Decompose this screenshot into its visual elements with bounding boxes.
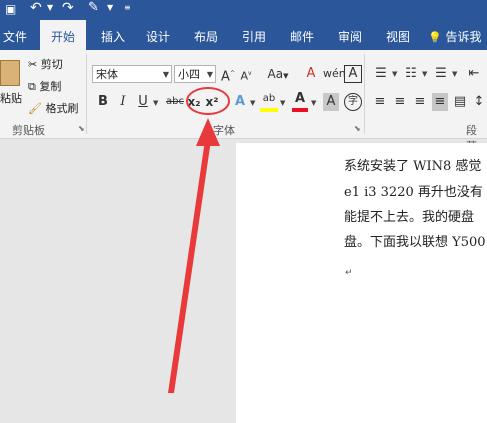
- font-size-select[interactable]: 小四 ▼: [174, 65, 216, 83]
- document-line: e1 i3 3220 再升也没有: [344, 185, 483, 200]
- subscript-button[interactable]: x₂: [186, 93, 202, 111]
- lightbulb-icon: 💡: [428, 31, 442, 44]
- bold-button[interactable]: B: [96, 93, 110, 111]
- tab-references[interactable]: 引用: [236, 20, 272, 50]
- redo-icon[interactable]: ↷: [62, 0, 74, 16]
- tab-review[interactable]: 审阅: [332, 20, 368, 50]
- font-color-bar: [292, 108, 308, 112]
- distributed-icon[interactable]: ▤: [452, 93, 468, 111]
- change-case-icon[interactable]: Aa▼: [264, 65, 292, 85]
- tell-me-search[interactable]: 💡 告诉我: [428, 20, 487, 50]
- align-left-icon[interactable]: ≡: [372, 93, 388, 111]
- clipboard-group-label: 剪贴板: [12, 124, 45, 137]
- paste-button[interactable]: 粘贴: [0, 56, 22, 112]
- text-effect-dropdown-icon[interactable]: ▼: [250, 99, 255, 107]
- strikethrough-button[interactable]: abc: [164, 93, 186, 111]
- phonetic-guide-icon[interactable]: wén: [323, 65, 346, 83]
- highlight-icon[interactable]: ab: [260, 90, 278, 112]
- tab-mailings[interactable]: 邮件: [284, 20, 320, 50]
- format-painter-button[interactable]: 🖌 格式刷: [28, 100, 78, 118]
- font-launcher-icon[interactable]: ⬊: [354, 124, 361, 133]
- undo-icon[interactable]: ↶: [30, 0, 42, 16]
- clipboard-launcher-icon[interactable]: ⬊: [78, 124, 85, 133]
- font-color-icon[interactable]: A: [292, 90, 308, 112]
- tab-insert[interactable]: 插入: [95, 20, 131, 50]
- highlight-dropdown-icon[interactable]: ▼: [280, 99, 285, 107]
- format-painter-icon[interactable]: ✎: [88, 0, 99, 15]
- ribbon-tabs: 文件 开始 插入 设计 布局 引用 邮件 审阅 视图 💡 告诉我: [0, 20, 487, 50]
- tab-home[interactable]: 开始: [40, 20, 86, 50]
- superscript-button[interactable]: x²: [204, 93, 220, 111]
- char-shading-icon[interactable]: A: [323, 93, 339, 111]
- numbering-icon[interactable]: ☷: [402, 65, 420, 83]
- decrease-indent-icon[interactable]: ⇤: [465, 65, 483, 83]
- bullets-icon[interactable]: ☰: [372, 65, 390, 83]
- scissors-icon: ✂: [28, 58, 38, 71]
- paragraph-mark: ↵: [345, 268, 353, 278]
- highlight-color-bar: [260, 108, 278, 112]
- font-color-dropdown-icon[interactable]: ▼: [311, 99, 316, 107]
- save-icon[interactable]: ▣: [5, 2, 16, 16]
- tab-design[interactable]: 设计: [140, 20, 176, 50]
- paste-label: 粘贴: [0, 92, 22, 105]
- font-group-label: 字体: [213, 124, 235, 137]
- qat-dropdown-icon[interactable]: ▼: [107, 3, 113, 12]
- qat-customize-icon[interactable]: ≡: [124, 3, 131, 12]
- copy-icon: ⧉: [28, 80, 36, 93]
- undo-dropdown-icon[interactable]: ▼: [47, 3, 53, 12]
- clipboard-icon: [0, 60, 20, 86]
- tab-view[interactable]: 视图: [380, 20, 416, 50]
- document-line: 能提不上去。我的硬盘: [344, 210, 475, 225]
- copy-button[interactable]: ⧉ 复制: [28, 78, 61, 96]
- italic-button[interactable]: I: [116, 93, 130, 111]
- document-line: 盘。下面我以联想 Y500: [344, 235, 486, 250]
- bullets-dropdown-icon[interactable]: ▼: [392, 70, 397, 78]
- grow-font-icon[interactable]: A^: [220, 65, 236, 86]
- tab-layout[interactable]: 布局: [188, 20, 224, 50]
- align-right-icon[interactable]: ≡: [412, 93, 428, 111]
- red-arrow-shaft: [168, 140, 211, 393]
- underline-button[interactable]: U: [136, 93, 150, 111]
- justify-icon[interactable]: ≡: [432, 93, 448, 111]
- brush-icon: 🖌: [28, 102, 42, 115]
- group-divider: [86, 54, 87, 134]
- document-line: 系统安装了 WIN8 感觉: [344, 159, 482, 174]
- underline-dropdown-icon[interactable]: ▼: [153, 99, 158, 107]
- line-spacing-icon[interactable]: ↕: [472, 93, 486, 111]
- tab-file[interactable]: 文件: [0, 20, 30, 50]
- char-border-icon[interactable]: A: [344, 65, 362, 83]
- numbering-dropdown-icon[interactable]: ▼: [422, 70, 427, 78]
- chevron-down-icon: ▼: [162, 70, 169, 79]
- group-divider: [364, 54, 365, 134]
- clear-format-icon[interactable]: A: [302, 65, 320, 83]
- title-bar: ▣ ↶ ▼ ↷ ✎ ▼ ≡: [0, 0, 487, 20]
- align-center-icon[interactable]: ≡: [392, 93, 408, 111]
- ribbon: 粘贴 ✂ 剪切 ⧉ 复制 🖌 格式刷 剪贴板 ⬊ 宋体 ▼ 小四 ▼ A^ Av…: [0, 50, 487, 153]
- shrink-font-icon[interactable]: Av: [238, 65, 254, 86]
- text-effect-icon[interactable]: A: [232, 93, 248, 111]
- multilevel-list-icon[interactable]: ☰: [432, 65, 450, 83]
- multilevel-dropdown-icon[interactable]: ▼: [452, 70, 457, 78]
- chevron-down-icon: ▼: [206, 70, 213, 79]
- enclose-char-icon[interactable]: 字: [344, 93, 362, 111]
- font-name-select[interactable]: 宋体 ▼: [92, 65, 172, 83]
- cut-button[interactable]: ✂ 剪切: [28, 56, 63, 74]
